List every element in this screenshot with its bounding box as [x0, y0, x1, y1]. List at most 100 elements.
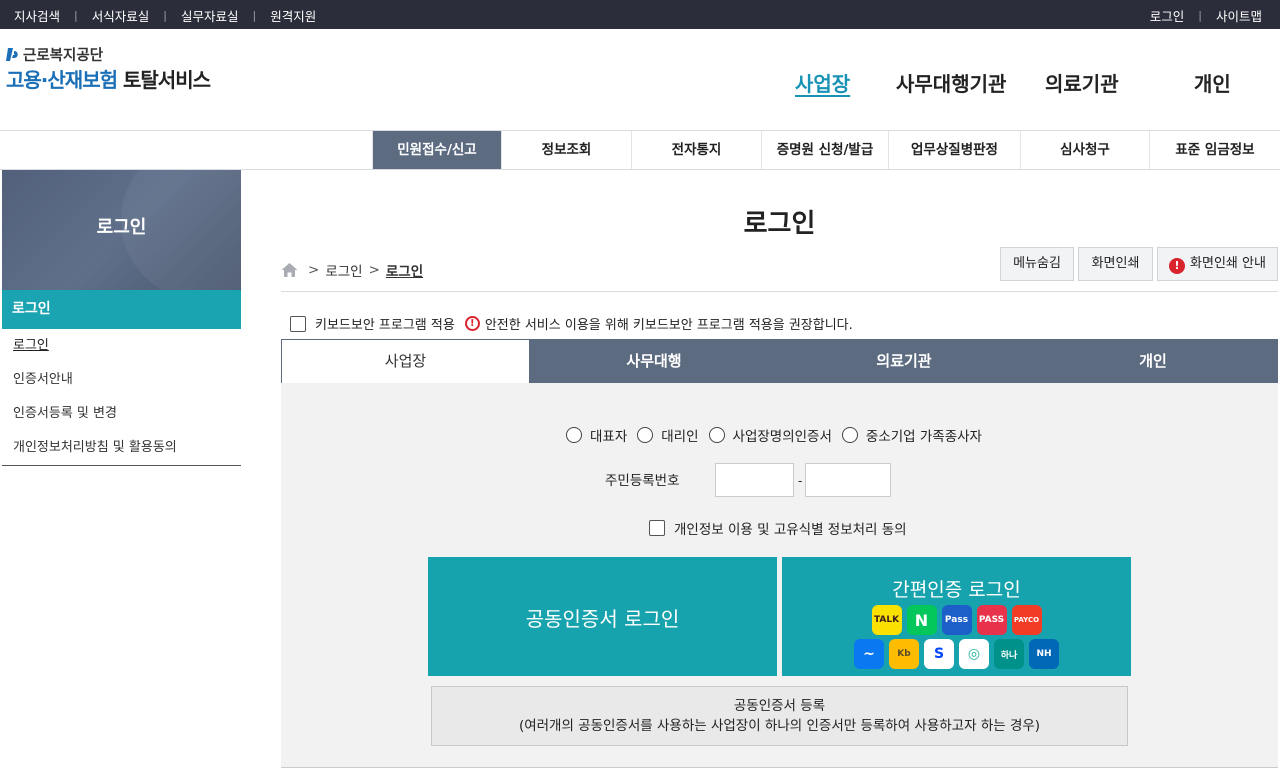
radio-button[interactable]	[637, 427, 654, 443]
payco-icon[interactable]: PAYCO	[1011, 605, 1042, 635]
forms-library-link[interactable]: 서식자료실	[92, 6, 150, 25]
tab-individual[interactable]: 개인	[1029, 340, 1277, 383]
submenu-standard-wage[interactable]: 표준 임금정보	[1149, 131, 1280, 169]
tab-agency[interactable]: 사무대행	[529, 340, 779, 383]
easy-login-button[interactable]: 간편인증 로그인 TALK N Pass PASS PAYCO ~ Kb S ◎…	[782, 557, 1131, 676]
submenu-info-lookup[interactable]: 정보조회	[501, 131, 631, 169]
submenu-disease-judgment[interactable]: 업무상질병판정	[888, 131, 1020, 169]
consent-row: 개인정보 이용 및 고유식별 정보처리 동의	[649, 518, 907, 538]
gnb-business[interactable]: 사업장	[795, 68, 850, 97]
print-guide-label: 화면인쇄 안내	[1190, 256, 1266, 271]
lnb-item-privacy-policy[interactable]: 개인정보처리방침 및 활용동의	[2, 431, 241, 465]
rrn-back-input[interactable]	[805, 463, 891, 497]
sitemap-link[interactable]: 사이트맵	[1216, 6, 1262, 25]
submenu-civil-petition[interactable]: 민원접수/신고	[372, 131, 501, 169]
easy-login-icons-row1: TALK N Pass PASS PAYCO	[782, 605, 1131, 635]
easy-login-label: 간편인증 로그인	[892, 579, 1021, 601]
pass-icon[interactable]: PASS	[976, 605, 1007, 635]
separator: |	[252, 9, 257, 22]
shinhan-bank-icon[interactable]: S	[924, 639, 954, 669]
page-title: 로그인	[743, 209, 816, 239]
branch-search-link[interactable]: 지사검색	[14, 6, 60, 25]
tab-medical[interactable]: 의료기관	[779, 340, 1029, 383]
breadcrumb: > 로그인 > 로그인	[281, 260, 423, 280]
login-role-options: 대표자 대리인 사업장명의인증서 중소기업 가족종사자	[566, 425, 992, 445]
service-title-a: 고용·산재보험	[6, 68, 118, 92]
consent-label: 개인정보 이용 및 고유식별 정보처리 동의	[674, 522, 907, 538]
lnb-item-cert-guide[interactable]: 인증서안내	[2, 363, 241, 397]
radio-representative[interactable]: 대표자	[566, 425, 627, 445]
cert-register-button[interactable]: 공동인증서 등록 (여러개의 공동인증서를 사용하는 사업장이 하나의 인증서만…	[431, 686, 1128, 746]
submenu-certificate[interactable]: 증명원 신청/발급	[761, 131, 888, 169]
lnb-item-cert-register[interactable]: 인증서등록 및 변경	[2, 397, 241, 431]
lnb-list: 로그인 인증서안내 인증서등록 및 변경 개인정보처리방침 및 활용동의	[2, 329, 241, 466]
cert-register-title: 공동인증서 등록	[733, 698, 826, 714]
utility-links-left: 지사검색 | 서식자료실 | 실무자료실 | 원격지원	[14, 6, 316, 25]
radio-family-worker[interactable]: 중소기업 가족종사자	[841, 425, 982, 445]
radio-button[interactable]	[708, 427, 725, 443]
service-logo[interactable]: 고용·산재보험 토탈서비스	[6, 64, 211, 93]
org-logo[interactable]: 근로복지공단	[6, 44, 103, 65]
login-type-tabs: 사업장 사무대행 의료기관 개인	[281, 339, 1278, 384]
naver-icon[interactable]: N	[906, 605, 937, 635]
lnb-current-section[interactable]: 로그인	[2, 290, 241, 329]
rrn-front-input[interactable]	[715, 463, 794, 497]
login-link[interactable]: 로그인	[1150, 6, 1185, 25]
gnb-individual[interactable]: 개인	[1194, 68, 1231, 97]
breadcrumb-sep: >	[308, 262, 320, 278]
divider	[281, 291, 1278, 292]
breadcrumb-item[interactable]: 로그인	[325, 260, 362, 280]
sub-menu-bar: 민원접수/신고 정보조회 전자통지 증명원 신청/발급 업무상질병판정 심사청구…	[0, 130, 1280, 170]
service-title-b: 토탈서비스	[123, 68, 211, 92]
print-guide-button[interactable]: ! 화면인쇄 안내	[1157, 247, 1278, 281]
separator: |	[163, 9, 167, 22]
radio-button[interactable]	[841, 427, 858, 443]
org-name: 근로복지공단	[23, 48, 104, 64]
easy-login-icons-row2: ~ Kb S ◎ 하나 NH	[782, 639, 1131, 669]
utility-links-right: 로그인 | 사이트맵	[1150, 6, 1262, 25]
alert-icon: !	[1169, 258, 1186, 274]
toss-icon[interactable]: ~	[854, 639, 884, 669]
breadcrumb-sep: >	[368, 262, 380, 278]
home-icon[interactable]	[281, 262, 298, 278]
print-button[interactable]: 화면인쇄	[1078, 247, 1153, 281]
gnb-agency[interactable]: 사무대행기관	[896, 68, 1006, 97]
keyboard-security-checkbox[interactable]	[290, 315, 306, 332]
radio-agent[interactable]: 대리인	[637, 425, 699, 445]
consent-checkbox[interactable]	[649, 520, 665, 536]
separator: |	[74, 9, 78, 22]
hana-bank-icon[interactable]: 하나	[994, 639, 1024, 669]
org-logo-icon	[6, 48, 18, 61]
keyboard-security-notice: 안전한 서비스 이용을 위해 키보드보안 프로그램 적용을 권장합니다.	[484, 318, 853, 333]
rrn-dash: -	[798, 474, 803, 488]
cert-login-button[interactable]: 공동인증서 로그인	[428, 557, 777, 676]
remote-support-link[interactable]: 원격지원	[270, 6, 316, 25]
lnb-item-login[interactable]: 로그인	[2, 329, 241, 363]
hide-menu-button[interactable]: 메뉴숨김	[1000, 247, 1074, 281]
cert-register-desc: (여러개의 공동인증서를 사용하는 사업장이 하나의 인증서만 등록하여 사용하…	[518, 718, 1041, 734]
samsung-pass-icon[interactable]: Pass	[941, 605, 972, 635]
gnb-medical[interactable]: 의료기관	[1045, 68, 1119, 97]
radio-button[interactable]	[566, 427, 582, 443]
warning-icon: !	[464, 316, 480, 331]
kakao-talk-icon[interactable]: TALK	[871, 605, 902, 635]
radio-business-cert[interactable]: 사업장명의인증서	[708, 425, 832, 445]
rrn-label: 주민등록번호	[605, 473, 680, 489]
keyboard-security-label: 키보드보안 프로그램 적용	[315, 318, 455, 333]
submenu-review-request[interactable]: 심사청구	[1020, 131, 1149, 169]
tab-business[interactable]: 사업장	[282, 340, 529, 384]
breadcrumb-current: 로그인	[385, 264, 424, 280]
utility-bar: 지사검색 | 서식자료실 | 실무자료실 | 원격지원 로그인 | 사이트맵	[0, 0, 1280, 29]
cert-login-label: 공동인증서 로그인	[525, 607, 680, 631]
separator: |	[1198, 9, 1202, 22]
radio-label: 대표자	[590, 429, 628, 445]
kb-bank-icon[interactable]: Kb	[889, 639, 919, 669]
submenu-e-notice[interactable]: 전자통지	[631, 131, 761, 169]
radio-label: 중소기업 가족종사자	[865, 429, 982, 445]
nh-bank-icon[interactable]: NH	[1029, 639, 1059, 669]
keyboard-security-row: 키보드보안 프로그램 적용 ! 안전한 서비스 이용을 위해 키보드보안 프로그…	[290, 314, 853, 333]
practice-library-link[interactable]: 실무자료실	[181, 6, 239, 25]
radio-label: 대리인	[661, 429, 699, 445]
radio-label: 사업장명의인증서	[732, 429, 832, 445]
woori-icon[interactable]: ◎	[959, 639, 989, 669]
